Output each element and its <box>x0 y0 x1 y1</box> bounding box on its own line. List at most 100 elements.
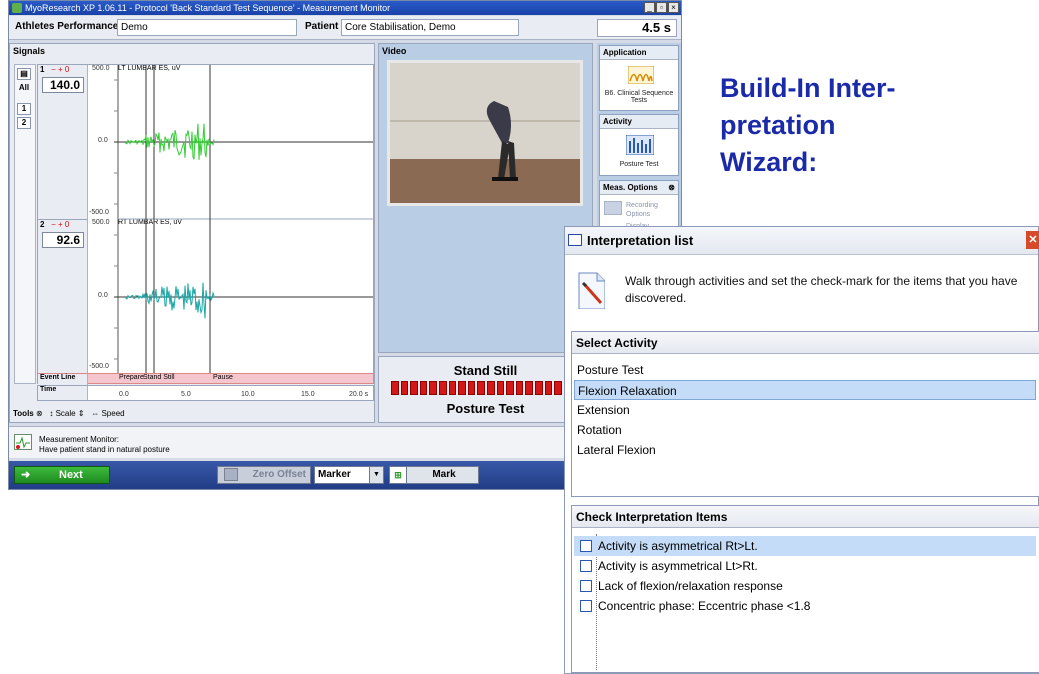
checkbox[interactable] <box>580 580 592 592</box>
zero-offset-icon <box>224 468 238 481</box>
marker-select[interactable]: Marker ▼ <box>314 466 384 484</box>
activity-status: Stand Still <box>453 363 518 378</box>
arrow-right-icon: ➜ <box>21 469 31 481</box>
recording-options-icon <box>604 201 622 215</box>
speed-button[interactable]: Speed <box>101 409 124 418</box>
speed-icon[interactable]: ⇔ <box>91 409 99 418</box>
activity-item-lateral-flexion[interactable]: Lateral Flexion <box>574 440 1036 460</box>
heading-line-1: Build-In Inter- <box>720 73 896 103</box>
posture-test-icon <box>626 135 654 155</box>
status-progress-bar <box>391 381 581 395</box>
event-pause: Pause <box>213 374 233 381</box>
select-activity-heading: Select Activity <box>572 332 1039 354</box>
signal-chart: 1 − + 0 140.0 500.0 0.0 -500.0 LT LUMBAR… <box>37 64 374 386</box>
measurement-monitor-icon <box>14 434 32 450</box>
signals-title: Signals <box>13 46 46 56</box>
next-label: Next <box>59 469 83 481</box>
timer-display: 4.5 s <box>597 19 677 37</box>
application-heading: Application <box>600 46 678 60</box>
recording-options-button[interactable]: Recording Options <box>626 201 676 219</box>
check-item-lack-flexion[interactable]: Lack of flexion/relaxation response <box>574 576 1036 596</box>
athletes-field[interactable]: Demo <box>117 19 297 36</box>
signal-toolbar: ▤ All 1 2 <box>14 64 36 384</box>
next-button[interactable]: ➜ Next <box>14 466 110 484</box>
tools-expand-icon[interactable]: ⊗ <box>36 409 43 418</box>
patient-label: Patient <box>305 21 339 32</box>
time-tick-0: 0.0 <box>119 391 129 398</box>
channel-1-button[interactable]: 1 <box>17 103 31 115</box>
test-status: Posture Test <box>446 401 525 416</box>
activity-caption: Posture Test <box>619 161 659 168</box>
layers-icon[interactable]: ▤ <box>17 68 31 80</box>
header-row: Athletes Performance Demo Patient Core S… <box>9 16 681 40</box>
event-line-caption: Event Line <box>38 374 88 384</box>
all-channels-button[interactable]: All <box>17 83 31 95</box>
activity-item-flexion-relaxation[interactable]: Flexion Relaxation <box>574 380 1036 400</box>
window-controls: _ ▫ × <box>644 2 679 13</box>
video-panel: Video <box>378 43 593 353</box>
time-tick-20: 20.0 s <box>349 391 369 398</box>
mark-button[interactable]: ⊞ Mark <box>389 466 479 484</box>
close-window-button[interactable]: × <box>668 2 679 13</box>
time-tick-15: 15.0 <box>301 391 315 398</box>
meas-options-heading[interactable]: Meas. Options ⊗ <box>600 181 678 195</box>
patient-field[interactable]: Core Stabilisation, Demo <box>341 19 519 36</box>
collapse-icon: ⊗ <box>668 183 675 192</box>
athletes-label: Athletes Performance <box>15 21 119 32</box>
status-panel: Stand Still Posture Test <box>378 356 593 423</box>
patient-video-image <box>390 63 580 203</box>
activity-heading: Activity <box>600 115 678 129</box>
scale-adjust-icon[interactable]: ⇕ <box>78 409 85 418</box>
application-caption: B6. Clinical Sequence Tests <box>604 90 674 104</box>
signals-panel: Signals ▤ All 1 2 1 − + 0 140.0 500.0 0.… <box>9 43 375 423</box>
window-icon <box>568 234 582 246</box>
tools-label[interactable]: Tools <box>13 409 34 418</box>
time-tick-10: 10.0 <box>241 391 255 398</box>
zero-offset-button[interactable]: Zero Offset <box>217 466 311 484</box>
video-title: Video <box>382 46 407 56</box>
restore-button[interactable]: ▫ <box>656 2 667 13</box>
video-frame <box>387 60 583 206</box>
wizard-pen-icon <box>578 272 605 309</box>
check-items-section: Check Interpretation Items Activity is a… <box>571 505 1039 673</box>
window-title: MyoResearch XP 1.06.11 - Protocol 'Back … <box>25 3 391 13</box>
interpretation-dialog: Interpretation list ✕ Walk through activ… <box>564 226 1039 674</box>
application-icon <box>628 66 654 84</box>
scale-button[interactable]: Scale <box>56 409 76 418</box>
activity-item-rotation[interactable]: Rotation <box>574 420 1036 440</box>
slide-heading: Build-In Inter- pretation Wizard: <box>720 70 1020 181</box>
mark-icon: ⊞ <box>389 466 407 484</box>
activity-section[interactable]: Activity Posture Test <box>599 114 679 176</box>
dialog-titlebar: Interpretation list ✕ <box>565 227 1039 255</box>
window-titlebar: MyoResearch XP 1.06.11 - Protocol 'Back … <box>9 1 681 15</box>
app-icon <box>12 3 22 13</box>
heading-line-3: Wizard: <box>720 147 818 177</box>
event-prepare: Prepare <box>119 374 144 381</box>
select-activity-section: Select Activity Posture Test Flexion Rel… <box>571 331 1039 497</box>
activity-item-extension[interactable]: Extension <box>574 400 1036 420</box>
scale-icon[interactable]: ↕ <box>49 409 53 418</box>
time-axis-label: Time <box>38 386 88 400</box>
check-item-concentric-eccentric[interactable]: Concentric phase: Eccentric phase <1.8 <box>574 596 1036 616</box>
dialog-description: Walk through activities and set the chec… <box>625 274 1018 305</box>
time-tick-5: 5.0 <box>181 391 191 398</box>
channel-2-button[interactable]: 2 <box>17 117 31 129</box>
close-icon[interactable]: ✕ <box>1026 231 1039 249</box>
time-axis: Time 0.0 5.0 10.0 15.0 20.0 s <box>37 385 374 401</box>
check-item-asym-lt-rt[interactable]: Activity is asymmetrical Lt>Rt. <box>574 556 1036 576</box>
checkbox[interactable] <box>580 600 592 612</box>
signal-traces <box>114 65 373 374</box>
dialog-title: Interpretation list <box>587 233 694 248</box>
checkbox[interactable] <box>580 540 592 552</box>
event-stand-still: Stand Still <box>143 374 175 381</box>
heading-line-2: pretation <box>720 110 836 140</box>
minimize-button[interactable]: _ <box>644 2 655 13</box>
application-section[interactable]: Application B6. Clinical Sequence Tests <box>599 45 679 111</box>
channel-2-trace <box>125 282 215 319</box>
event-line: Prepare Stand Still Pause Event Line <box>37 373 374 384</box>
activity-item-posture-test[interactable]: Posture Test <box>574 360 1036 380</box>
signal-footer: Tools ⊗ ↕ Scale ⇕ ⇔ Speed <box>10 406 374 422</box>
chevron-down-icon[interactable]: ▼ <box>369 467 383 483</box>
check-item-asym-rt-lt[interactable]: Activity is asymmetrical Rt>Lt. <box>574 536 1036 556</box>
checkbox[interactable] <box>580 560 592 572</box>
